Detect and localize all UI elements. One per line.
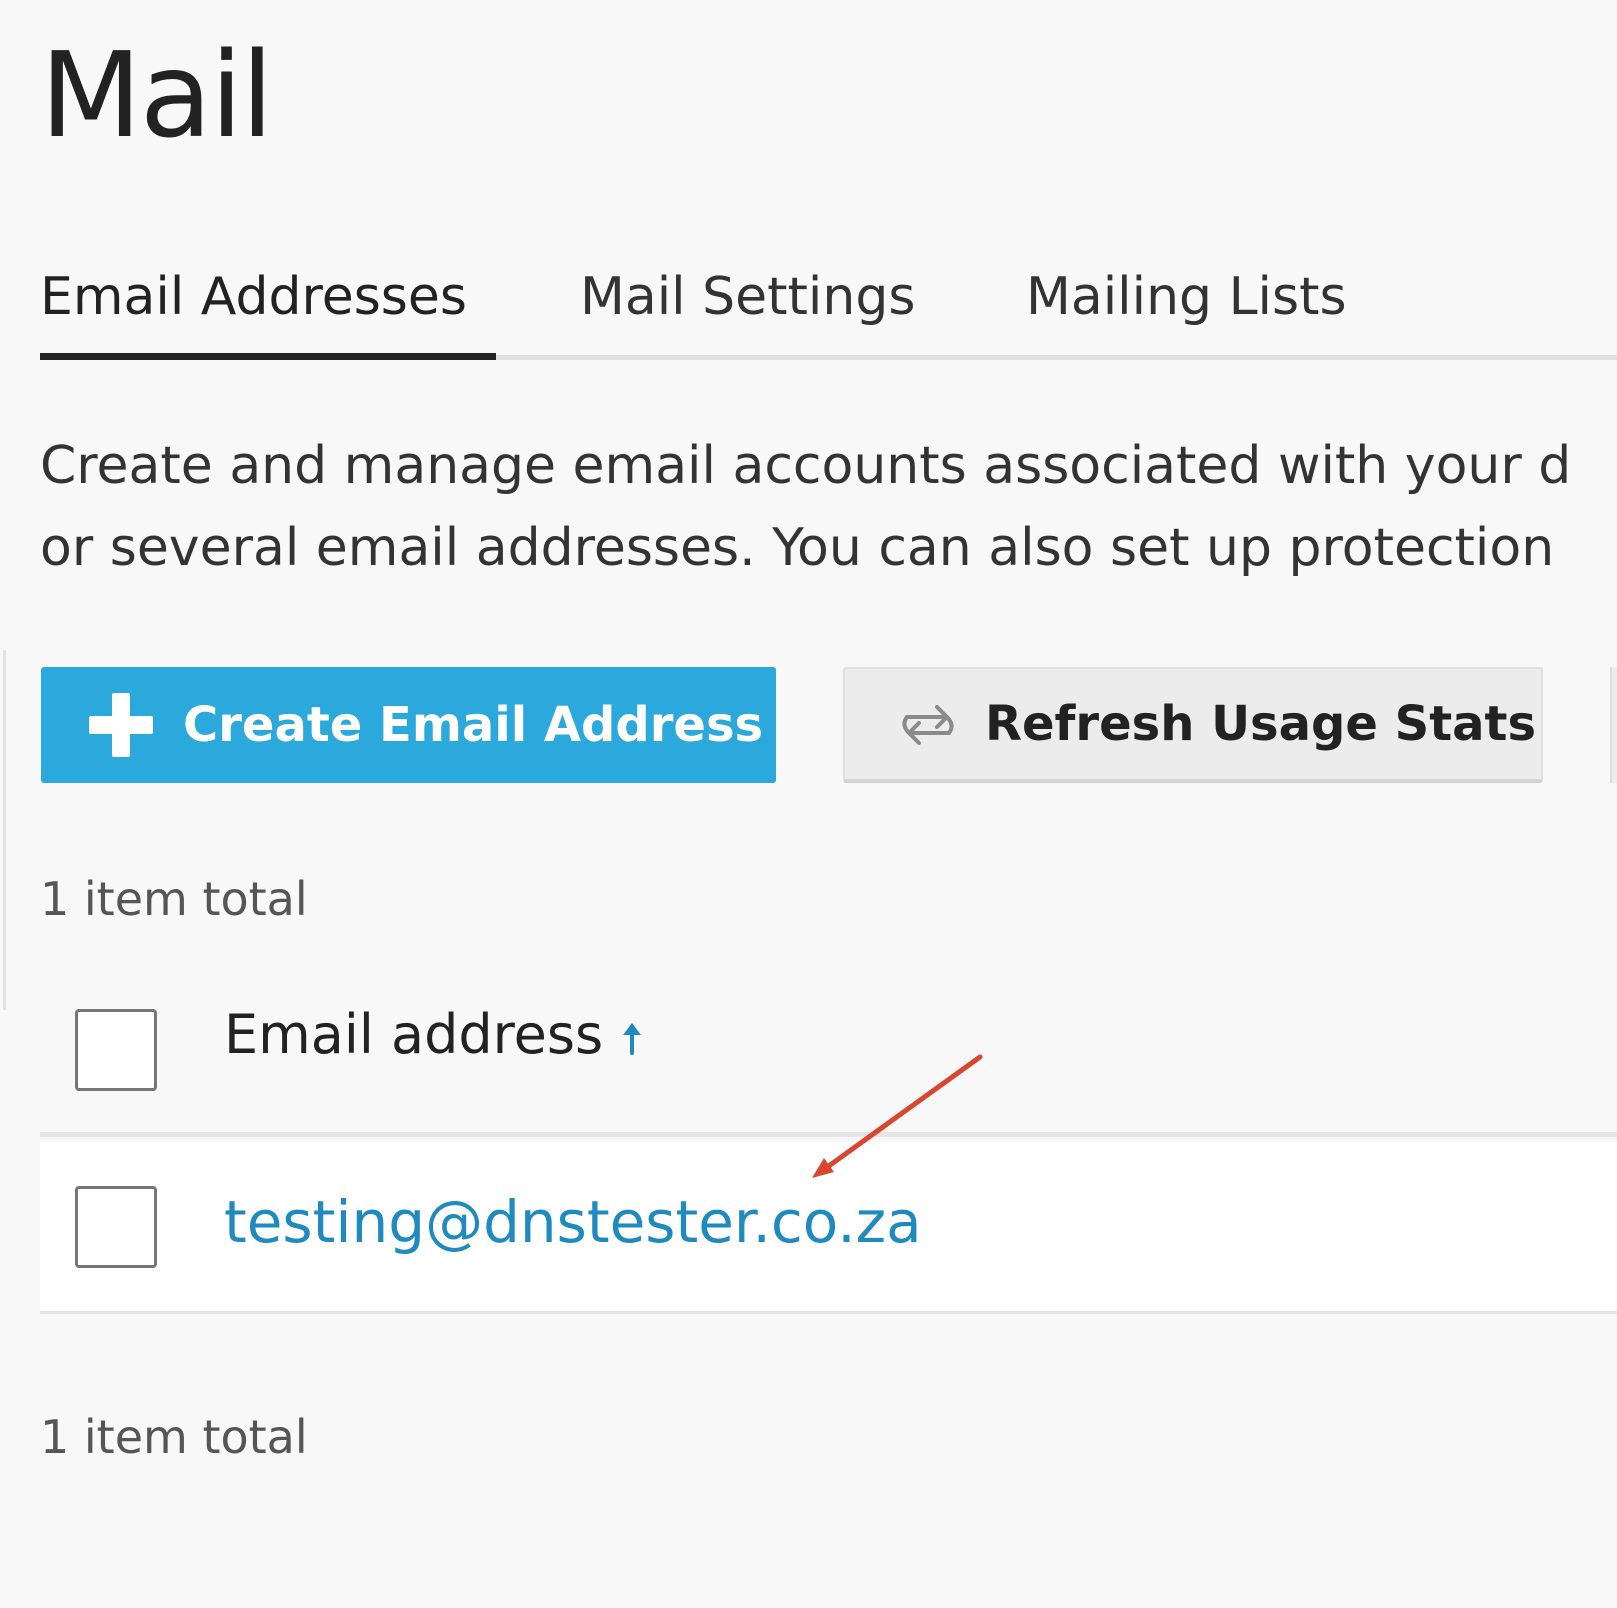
refresh-usage-stats-button[interactable]: Refresh Usage Stats bbox=[843, 667, 1543, 783]
active-tab-indicator bbox=[40, 353, 496, 360]
annotation-arrow bbox=[812, 1054, 983, 1178]
tab-mail-settings[interactable]: Mail Settings bbox=[580, 266, 915, 328]
items-count-top: 1 item total bbox=[40, 872, 308, 926]
tab-mailing-lists[interactable]: Mailing Lists bbox=[1026, 266, 1347, 328]
page-title: Mail bbox=[40, 26, 274, 164]
row-checkbox[interactable] bbox=[75, 1186, 157, 1268]
description-line-2: or several email addresses. You can also… bbox=[40, 518, 1555, 578]
mail-page: Mail Email Addresses Mail Settings Maili… bbox=[0, 0, 1617, 1608]
column-header-email-address[interactable]: Email address bbox=[224, 1003, 645, 1066]
create-email-address-button[interactable]: Create Email Address bbox=[41, 667, 776, 783]
more-actions-button[interactable] bbox=[1610, 667, 1617, 783]
create-email-address-label: Create Email Address bbox=[183, 697, 764, 753]
plus-icon bbox=[89, 693, 153, 757]
sort-ascending-icon bbox=[623, 1022, 642, 1055]
tab-bar: Email Addresses Mail Settings Mailing Li… bbox=[40, 262, 1617, 360]
description-line-1: Create and manage email accounts associa… bbox=[40, 436, 1572, 496]
refresh-icon bbox=[902, 705, 954, 745]
tab-email-addresses[interactable]: Email Addresses bbox=[40, 266, 467, 328]
email-address-link[interactable]: testing@dnstester.co.za bbox=[224, 1188, 922, 1256]
select-all-checkbox[interactable] bbox=[75, 1009, 157, 1091]
column-header-label: Email address bbox=[224, 1003, 604, 1066]
sidebar-edge bbox=[0, 650, 6, 1010]
page-description: Create and manage email accounts associa… bbox=[40, 425, 1617, 589]
refresh-usage-stats-label: Refresh Usage Stats bbox=[985, 696, 1537, 752]
items-count-bottom: 1 item total bbox=[40, 1410, 308, 1464]
table-row: testing@dnstester.co.za bbox=[40, 1142, 1617, 1314]
table-header: Email address bbox=[40, 985, 1617, 1137]
